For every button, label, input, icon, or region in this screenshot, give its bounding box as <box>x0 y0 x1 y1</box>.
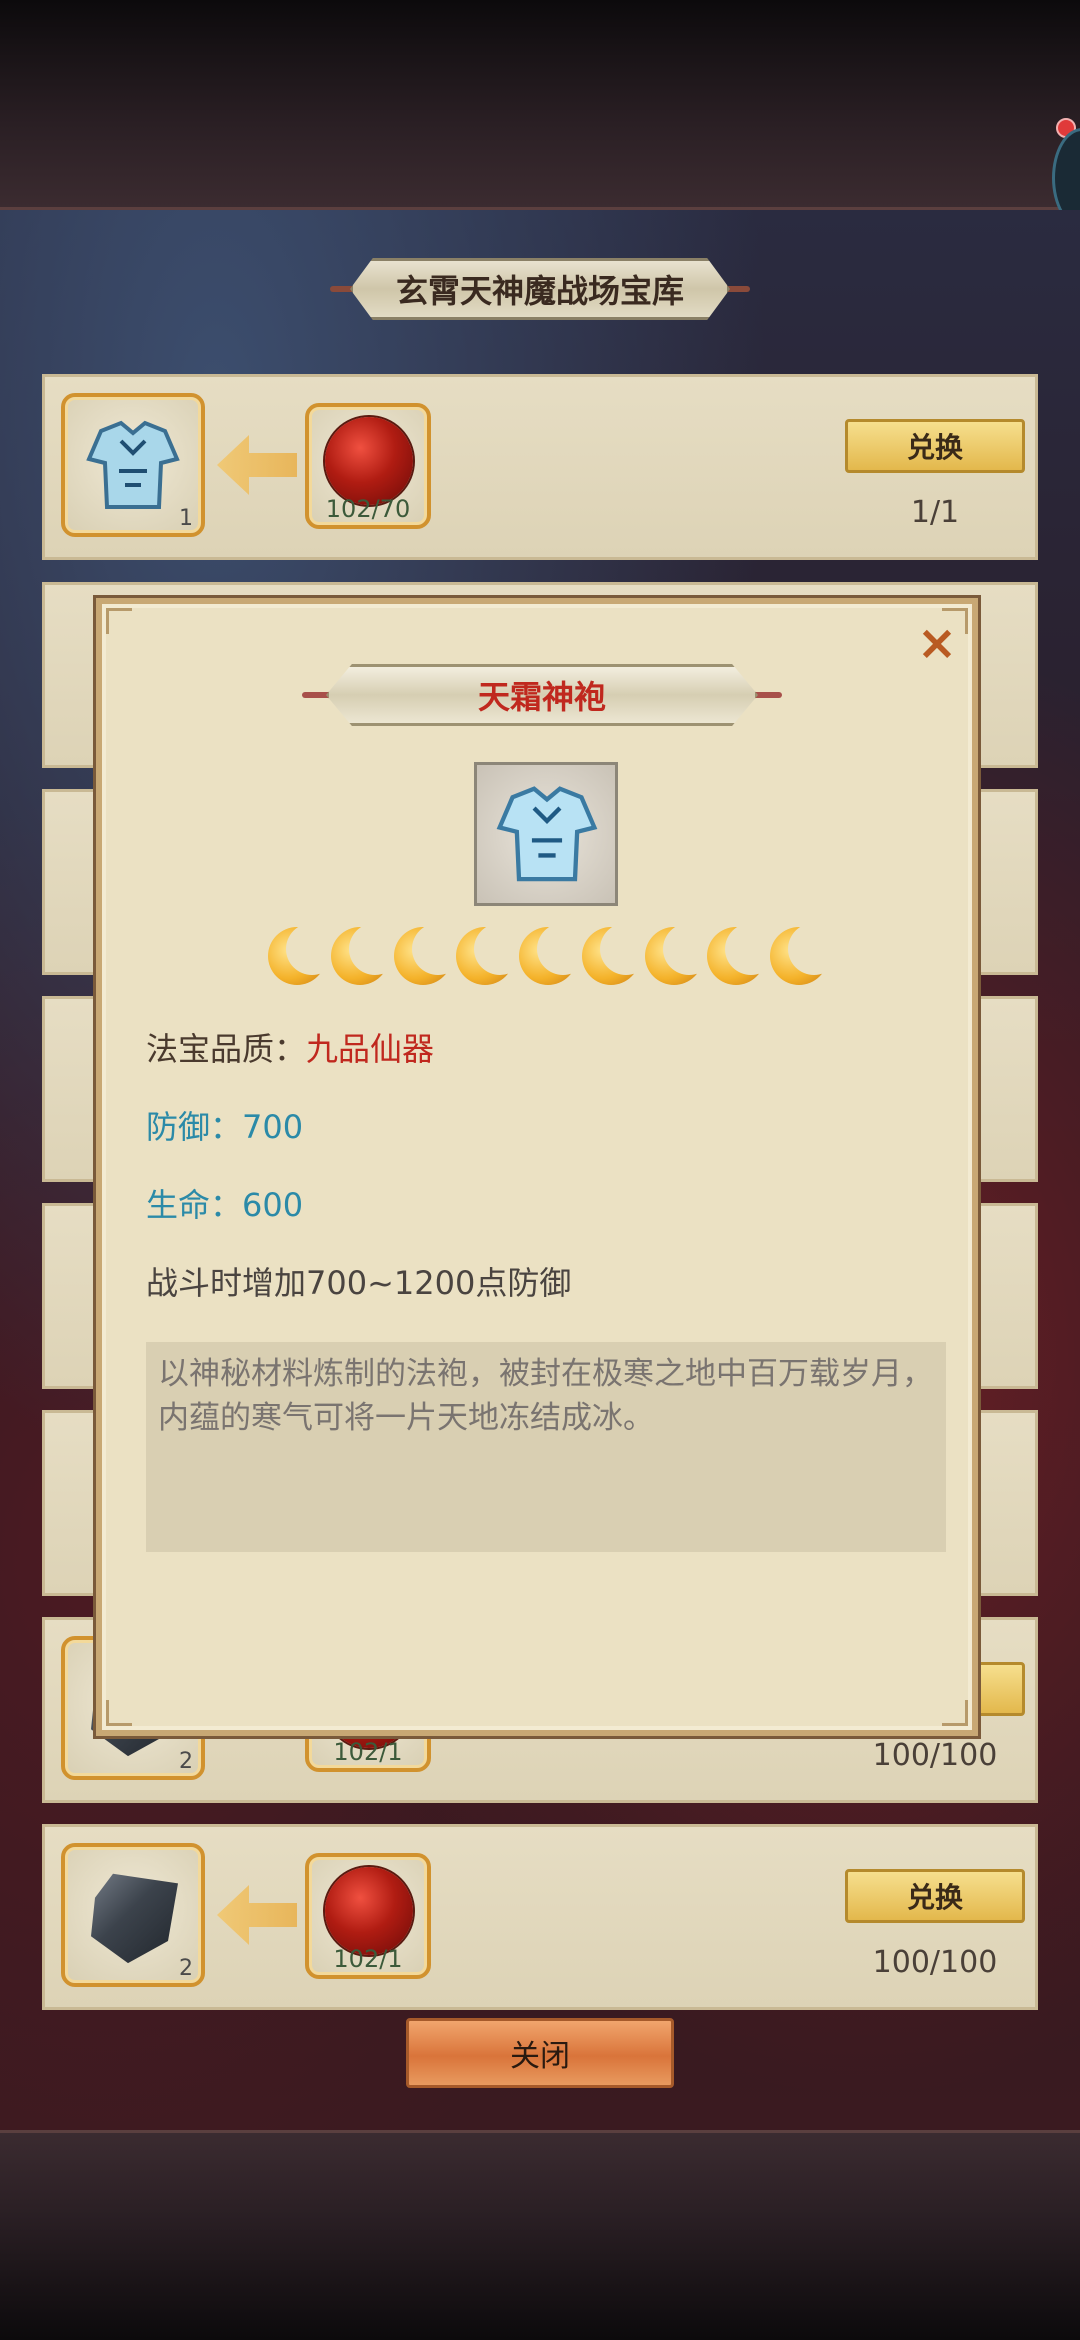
reward-count: 2 <box>179 1749 193 1774</box>
quality-label: 法宝品质： <box>146 1030 307 1068</box>
exchange-button[interactable]: 兑换 <box>845 1869 1025 1923</box>
reward-slot[interactable]: 1 <box>61 393 205 537</box>
item-detail-dialog: × 天霜神袍 法宝品质：九品仙器 防御：700 生命：600 战斗时增加700~… <box>96 598 978 1736</box>
frost-robe-icon <box>496 786 598 882</box>
exchange-row: 1 102/70 兑换 1/1 <box>42 374 1038 560</box>
reward-count: 2 <box>179 1956 193 1981</box>
close-button[interactable]: 关闭 <box>406 2018 674 2088</box>
corner-ornament <box>942 1700 968 1726</box>
arrow-left-icon <box>217 1885 297 1945</box>
frost-robe-icon <box>86 420 180 509</box>
reward-count: 1 <box>179 506 193 531</box>
arrow-left-icon <box>217 435 297 495</box>
dialog-title-banner: 天霜神袍 <box>302 664 782 726</box>
exchange-button[interactable]: 兑换 <box>845 419 1025 473</box>
item-name: 天霜神袍 <box>326 664 758 726</box>
moon-star-icon <box>644 923 715 985</box>
moon-star-icon <box>519 923 589 985</box>
moon-star-icon <box>456 923 527 985</box>
red-orb-icon <box>325 417 413 505</box>
star-rating <box>268 923 840 988</box>
exchange-limit: 100/100 <box>872 1738 998 1773</box>
ore-icon <box>91 1873 178 1964</box>
moon-star-icon <box>770 923 840 985</box>
cost-count: 102/70 <box>325 495 411 523</box>
corner-ornament <box>106 1700 132 1726</box>
reward-slot[interactable]: 2 <box>61 1843 205 1987</box>
moon-star-icon <box>393 923 464 985</box>
exchange-row: 2 102/1 兑换 100/100 <box>42 1824 1038 2010</box>
cost-slot[interactable]: 102/70 <box>305 403 431 529</box>
quality-value: 九品仙器 <box>306 1030 435 1068</box>
effect-text: 战斗时增加700~1200点防御 <box>146 1264 572 1302</box>
panel-title: 玄霄天神魔战场宝库 <box>350 258 730 320</box>
moon-star-icon <box>581 923 652 985</box>
red-orb-icon <box>325 1867 413 1955</box>
corner-ornament <box>106 608 132 634</box>
cost-count: 102/1 <box>333 1738 403 1766</box>
item-description: 以神秘材料炼制的法袍，被封在极寒之地中百万载岁月，内蕴的寒气可将一片天地冻结成冰… <box>146 1342 946 1552</box>
bottom-bar-background <box>0 2130 1080 2340</box>
defense-stat: 防御：700 <box>146 1108 304 1146</box>
cost-slot[interactable]: 102/1 <box>305 1853 431 1979</box>
panel-title-banner: 玄霄天神魔战场宝库 <box>330 258 750 320</box>
item-preview <box>474 762 618 906</box>
exchange-limit: 1/1 <box>910 495 960 530</box>
top-bar-background <box>0 0 1080 210</box>
moon-star-icon <box>707 923 778 985</box>
close-icon[interactable]: × <box>914 619 960 667</box>
quality-line: 法宝品质：九品仙器 <box>146 1024 434 1070</box>
life-stat: 生命：600 <box>146 1186 304 1224</box>
exchange-limit: 100/100 <box>872 1945 998 1980</box>
cost-count: 102/1 <box>333 1945 403 1973</box>
moon-star-icon <box>330 923 401 985</box>
moon-star-icon <box>268 923 338 985</box>
